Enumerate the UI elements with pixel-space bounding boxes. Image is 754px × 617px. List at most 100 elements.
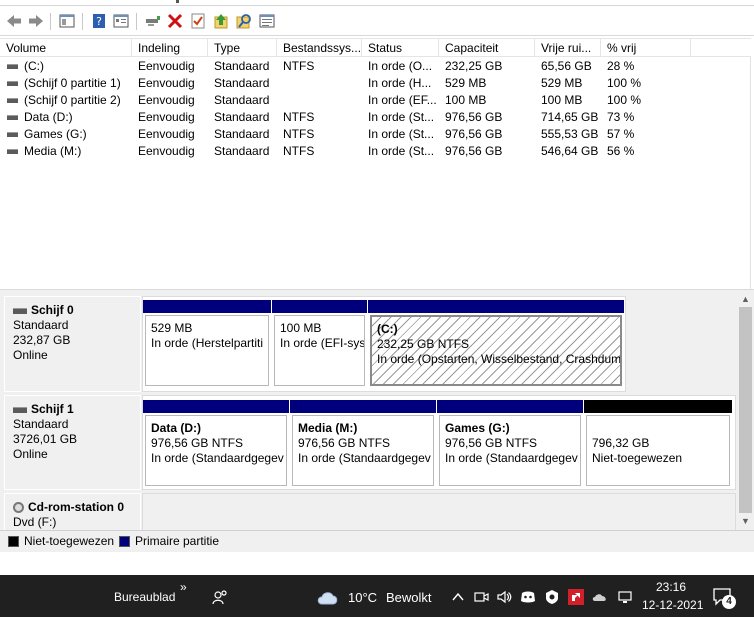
table-row[interactable]: (Schijf 0 partitie 1) Eenvoudig Standaar…	[0, 75, 751, 92]
cell-filesystem: NTFS	[283, 127, 315, 141]
cell-capacity: 976,56 GB	[445, 144, 503, 158]
partition-bar	[368, 300, 624, 313]
disk-1-label[interactable]: Schijf 1 Standaard 3726,01 GB Online	[4, 395, 141, 490]
table-row[interactable]: Media (M:) Eenvoudig Standaard NTFS In o…	[0, 143, 751, 160]
legend: Niet-toegewezen Primaire partitie	[0, 530, 754, 552]
partition-efi[interactable]: 100 MB In orde (EFI-sys	[272, 300, 367, 388]
partition-recovery[interactable]: 529 MB In orde (Herstelpartiti	[143, 300, 271, 388]
desktop-toolbar-label[interactable]: Bureaublad	[114, 590, 175, 604]
cdrom-icon	[13, 502, 24, 513]
disk-type: Standaard	[13, 318, 69, 332]
cell-type: Standaard	[214, 110, 270, 124]
column-header-type[interactable]: Type	[208, 39, 277, 57]
properties-icon[interactable]	[112, 12, 130, 30]
cell-free-space: 529 MB	[541, 76, 583, 90]
column-header-volume[interactable]: Volume	[0, 39, 132, 57]
cell-type: Standaard	[214, 76, 270, 90]
delete-icon[interactable]	[166, 12, 184, 30]
partition-status: In orde (Standaardgegev	[445, 451, 578, 465]
cell-free-space: 100 MB	[541, 93, 583, 107]
onedrive-cloud-icon[interactable]	[592, 589, 608, 605]
weather-temperature[interactable]: 10°C	[348, 590, 377, 605]
partition-unallocated[interactable]: 796,32 GB Niet-toegewezen	[584, 400, 732, 488]
legend-unallocated-label: Niet-toegewezen	[24, 534, 115, 548]
partition-size: 232,25 GB NTFS	[377, 337, 470, 351]
cell-status: In orde (St...	[368, 127, 435, 141]
cdrom-0-label[interactable]: Cd-rom-station 0 Dvd (F:)	[4, 493, 141, 530]
disk-0-label[interactable]: Schijf 0 Standaard 232,87 GB Online	[4, 296, 141, 392]
details-icon[interactable]	[258, 12, 276, 30]
disk-icon	[13, 406, 27, 413]
legend-primary-swatch	[119, 536, 130, 547]
partition-data[interactable]: Data (D:) 976,56 GB NTFS In orde (Standa…	[143, 400, 289, 488]
security-shield-icon[interactable]	[544, 589, 560, 605]
cell-status: In orde (EF...	[368, 93, 437, 107]
cell-type: Standaard	[214, 144, 270, 158]
legend-primary-label: Primaire partitie	[135, 534, 220, 548]
toolbar-overflow-chevron[interactable]: »	[180, 580, 187, 594]
partition-status: In orde (Standaardgegev	[298, 451, 431, 465]
cell-free-space: 546,64 GB	[541, 144, 599, 158]
table-row[interactable]: Games (G:) Eenvoudig Standaard NTFS In o…	[0, 126, 751, 143]
partition-status: In orde (Herstelpartiti	[151, 336, 264, 350]
vertical-scrollbar[interactable]: ▲ ▼	[737, 293, 754, 530]
search-icon[interactable]	[235, 12, 253, 30]
cell-percent-free: 100 %	[607, 93, 642, 107]
people-icon[interactable]	[212, 589, 228, 605]
cell-layout: Eenvoudig	[138, 59, 195, 73]
partition-status: In orde (Opstarten, Wisselbestand, Crash…	[377, 352, 622, 366]
partition-media[interactable]: Media (M:) 976,56 GB NTFS In orde (Stand…	[290, 400, 436, 488]
scroll-down-icon[interactable]: ▼	[737, 515, 754, 528]
meet-now-icon[interactable]	[473, 589, 489, 605]
disk-name: Cd-rom-station 0	[28, 500, 124, 514]
console-tree-icon[interactable]	[58, 12, 76, 30]
clock-time[interactable]: 23:16	[656, 580, 686, 594]
up-icon[interactable]	[212, 12, 230, 30]
weather-description[interactable]: Bewolkt	[386, 590, 432, 605]
check-icon[interactable]	[189, 12, 207, 30]
column-header-filesystem[interactable]: Bestandssys...	[277, 39, 362, 57]
cell-filesystem: NTFS	[283, 144, 315, 158]
volume-icon	[7, 149, 18, 154]
cell-capacity: 232,25 GB	[445, 59, 503, 73]
weather-cloud-icon[interactable]	[316, 588, 340, 606]
volume-icon[interactable]	[496, 589, 512, 605]
scroll-up-icon[interactable]: ▲	[737, 293, 754, 306]
toolbar: ?	[0, 6, 754, 36]
partition-bar	[437, 400, 583, 413]
column-header-capacity[interactable]: Capaciteit	[439, 39, 535, 57]
scroll-thumb[interactable]	[739, 307, 752, 513]
cell-free-space: 714,65 GB	[541, 110, 599, 124]
amd-icon[interactable]	[568, 589, 584, 605]
partition-status: In orde (Standaardgegev	[151, 451, 284, 465]
discord-icon[interactable]	[520, 589, 536, 605]
table-row[interactable]: Data (D:) Eenvoudig Standaard NTFS In or…	[0, 109, 751, 126]
cell-filesystem: NTFS	[283, 59, 315, 73]
column-header-free-space[interactable]: Vrije rui...	[535, 39, 601, 57]
disk-size: 3726,01 GB	[13, 432, 78, 446]
cell-status: In orde (St...	[368, 144, 435, 158]
svg-text:?: ?	[96, 15, 102, 28]
table-row[interactable]: (Schijf 0 partitie 2) Eenvoudig Standaar…	[0, 92, 751, 109]
volume-icon	[7, 81, 18, 86]
column-header-status[interactable]: Status	[362, 39, 439, 57]
forward-icon[interactable]	[27, 12, 45, 30]
partition-size: 529 MB	[151, 321, 193, 335]
cell-volume: (C:)	[24, 59, 44, 73]
column-header-layout[interactable]: Indeling	[132, 39, 208, 57]
back-icon[interactable]	[5, 12, 23, 30]
clock-date[interactable]: 12-12-2021	[642, 598, 703, 612]
help-icon[interactable]: ?	[90, 12, 108, 30]
network-icon[interactable]	[617, 589, 633, 605]
volume-icon	[7, 98, 18, 103]
list-header: Volume Indeling Type Bestandssys... Stat…	[0, 38, 751, 57]
table-row[interactable]: (C:) Eenvoudig Standaard NTFS In orde (O…	[0, 58, 751, 75]
partition-c[interactable]: (C:) 232,25 GB NTFS In orde (Opstarten, …	[368, 300, 624, 388]
show-hidden-icons-chevron-icon[interactable]	[450, 589, 466, 605]
disk-type: Standaard	[13, 417, 69, 431]
connect-icon[interactable]	[144, 12, 162, 30]
cell-filesystem	[277, 75, 362, 92]
cell-capacity: 976,56 GB	[445, 110, 503, 124]
column-header-percent-free[interactable]: % vrij	[601, 39, 691, 57]
partition-games[interactable]: Games (G:) 976,56 GB NTFS In orde (Stand…	[437, 400, 583, 488]
